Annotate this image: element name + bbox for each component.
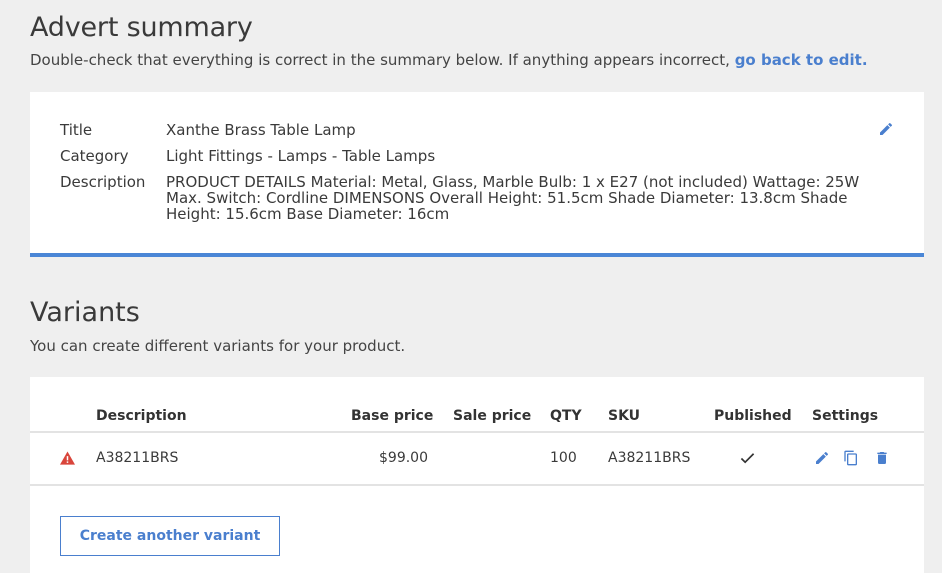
row-divider (30, 484, 924, 486)
copy-icon[interactable] (843, 449, 859, 467)
variant-sku: A38211BRS (608, 450, 691, 466)
column-qty: QTY (550, 408, 582, 424)
description-label: Description (60, 173, 146, 191)
column-base-price: Base price (351, 408, 434, 424)
intro-text: Double-check that everything is correct … (30, 51, 735, 69)
trash-icon[interactable] (874, 449, 890, 467)
variants-card: Description Base price Sale price QTY SK… (30, 377, 924, 573)
category-value: Light Fittings - Lamps - Table Lamps (166, 147, 436, 165)
pencil-icon[interactable] (878, 121, 894, 137)
pencil-icon[interactable] (814, 449, 830, 467)
title-value: Xanthe Brass Table Lamp (166, 121, 356, 139)
create-another-variant-button[interactable]: Create another variant (60, 516, 280, 556)
column-published: Published (714, 408, 792, 424)
column-settings: Settings (812, 408, 879, 424)
go-back-to-edit-link[interactable]: go back to edit. (735, 51, 868, 69)
variant-qty: 100 (550, 450, 577, 466)
column-description: Description (96, 408, 187, 424)
column-sale-price: Sale price (453, 408, 532, 424)
variants-heading: Variants (30, 297, 140, 328)
summary-card: Title Xanthe Brass Table Lamp Category L… (30, 92, 924, 257)
column-sku: SKU (608, 408, 641, 424)
checkmark-icon (740, 453, 755, 464)
variant-description: A38211BRS (96, 450, 179, 466)
variant-base-price: $99.00 (379, 450, 428, 466)
page: Advert summary Double-check that everyth… (0, 0, 942, 573)
description-value: PRODUCT DETAILS Material: Metal, Glass, … (166, 173, 860, 223)
category-label: Category (60, 147, 129, 165)
advert-summary-intro: Double-check that everything is correct … (30, 51, 868, 69)
header-divider (30, 431, 924, 433)
advert-summary-heading: Advert summary (30, 12, 253, 43)
title-label: Title (60, 121, 93, 139)
warning-triangle-icon (60, 451, 75, 465)
variants-intro: You can create different variants for yo… (30, 337, 406, 355)
